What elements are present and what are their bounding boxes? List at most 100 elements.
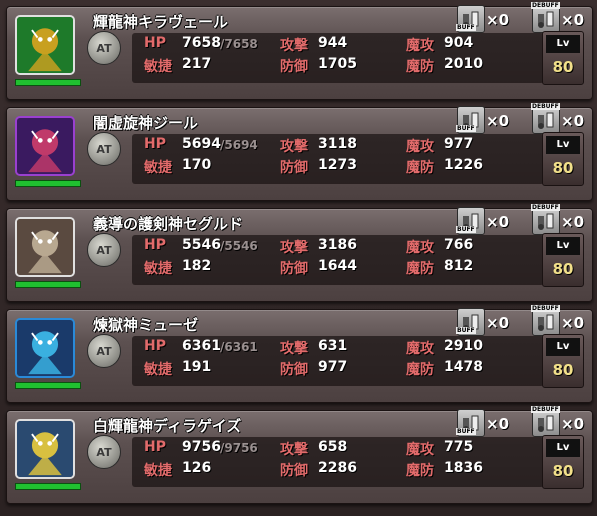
buff-count: ×0 (486, 112, 510, 130)
debuff-tag: DEBUFF (531, 2, 560, 9)
buff-icon[interactable]: BUFF (456, 106, 485, 134)
hp-max-value: /9756 (220, 441, 258, 455)
stats-box: HP 6361/6361 攻撃 631 魔攻 2910 敏捷 191 防御 977 魔防 1478 (132, 336, 544, 386)
agility-label: 敏捷 (144, 463, 172, 479)
level-value: 80 (552, 58, 574, 76)
magic-attack-label: 魔攻 (406, 139, 434, 155)
debuff-icon[interactable]: DEBUFF (531, 305, 560, 336)
debuff-icon[interactable]: DEBUFF (531, 2, 560, 33)
magic-defense-label: 魔防 (406, 59, 434, 75)
agility-value: 217 (182, 56, 212, 72)
defense-value: 1273 (318, 157, 357, 173)
attack-label: 攻撃 (280, 139, 308, 155)
unit-portrait[interactable] (15, 217, 75, 277)
level-value: 80 (552, 159, 574, 177)
buff-count: ×0 (486, 11, 510, 29)
magic-attack-value: 775 (444, 439, 474, 455)
debuff-tag: DEBUFF (531, 204, 560, 211)
unit-card[interactable]: AT 輝龍神キラヴェール HP 7658/7658 攻撃 944 魔攻 904 敏捷 217 防御 1… (6, 2, 593, 100)
magic-defense-value: 1478 (444, 359, 483, 375)
hp-gauge (15, 281, 81, 288)
attack-value: 631 (318, 338, 348, 354)
character-portrait-icon (17, 17, 73, 73)
buff-tag: BUFF (456, 428, 476, 435)
unit-card[interactable]: AT 闇虚旋神ジール HP 5694/5694 攻撃 3118 魔攻 977 敏捷 170 防御 12… (6, 103, 593, 201)
level-box: Lv 80 (542, 334, 584, 388)
attack-value: 3118 (318, 136, 357, 152)
buff-tag: BUFF (456, 327, 476, 334)
stats-box: HP 5694/5694 攻撃 3118 魔攻 977 敏捷 170 防御 1273 魔防 1226 (132, 134, 544, 184)
magic-defense-value: 1226 (444, 157, 483, 173)
level-box: Lv 80 (542, 435, 584, 489)
attack-label: 攻撃 (280, 442, 308, 458)
attack-value: 3186 (318, 237, 357, 253)
magic-defense-label: 魔防 (406, 362, 434, 378)
hp-gauge (15, 382, 81, 389)
agility-label: 敏捷 (144, 160, 172, 176)
defense-value: 2286 (318, 460, 357, 476)
unit-portrait[interactable] (15, 116, 75, 176)
defense-label: 防御 (280, 261, 308, 277)
unit-portrait[interactable] (15, 15, 75, 75)
party-status-panel: AT 輝龍神キラヴェール HP 7658/7658 攻撃 944 魔攻 904 敏捷 217 防御 1… (0, 0, 597, 516)
unit-card[interactable]: AT 煉獄神ミューゼ HP 6361/6361 攻撃 631 魔攻 2910 敏捷 191 防御 97… (6, 305, 593, 403)
agility-label: 敏捷 (144, 261, 172, 277)
auto-target-button[interactable]: AT (87, 31, 121, 65)
character-portrait-icon (17, 118, 73, 174)
agility-label: 敏捷 (144, 362, 172, 378)
unit-name: 義導の護剣神セグルド (93, 215, 244, 233)
auto-target-button[interactable]: AT (87, 334, 121, 368)
debuff-count: ×0 (561, 11, 585, 29)
level-value: 80 (552, 260, 574, 278)
attack-label: 攻撃 (280, 240, 308, 256)
auto-target-button[interactable]: AT (87, 435, 121, 469)
debuff-count: ×0 (561, 415, 585, 433)
defense-label: 防御 (280, 160, 308, 176)
level-box: Lv 80 (542, 31, 584, 85)
buff-tag: BUFF (456, 125, 476, 132)
unit-card[interactable]: AT 義導の護剣神セグルド HP 5546/5546 攻撃 3186 魔攻 766 敏捷 182 防… (6, 204, 593, 302)
agility-label: 敏捷 (144, 59, 172, 75)
debuff-icon[interactable]: DEBUFF (531, 204, 560, 235)
agility-value: 182 (182, 258, 212, 274)
debuff-count: ×0 (561, 314, 585, 332)
level-value: 80 (552, 462, 574, 480)
defense-label: 防御 (280, 362, 308, 378)
buff-icon[interactable]: BUFF (456, 207, 485, 235)
auto-target-button[interactable]: AT (87, 132, 121, 166)
level-label: Lv (546, 136, 580, 154)
magic-attack-label: 魔攻 (406, 240, 434, 256)
hp-gauge (15, 79, 81, 86)
debuff-icon[interactable]: DEBUFF (531, 406, 560, 437)
magic-attack-label: 魔攻 (406, 341, 434, 357)
hp-label: HP (144, 136, 166, 152)
hp-gauge (15, 180, 81, 187)
buff-icon[interactable]: BUFF (456, 308, 485, 336)
hp-label: HP (144, 237, 166, 253)
hp-max-value: /5694 (220, 138, 258, 152)
unit-card[interactable]: AT 白輝龍神ディラゲイズ HP 9756/9756 攻撃 658 魔攻 775 敏捷 126 防御… (6, 406, 593, 504)
debuff-icon[interactable]: DEBUFF (531, 103, 560, 134)
debuff-tag: DEBUFF (531, 305, 560, 312)
hp-value: 7658 (182, 35, 221, 51)
unit-name: 白輝龍神ディラゲイズ (93, 417, 242, 435)
unit-portrait[interactable] (15, 419, 75, 479)
magic-defense-value: 2010 (444, 56, 483, 72)
agility-value: 191 (182, 359, 212, 375)
magic-defense-label: 魔防 (406, 160, 434, 176)
auto-target-button[interactable]: AT (87, 233, 121, 267)
character-portrait-icon (17, 421, 73, 477)
buff-icon[interactable]: BUFF (456, 409, 485, 437)
buff-tag: BUFF (456, 24, 476, 31)
hp-value: 5694 (182, 136, 221, 152)
buff-icon[interactable]: BUFF (456, 5, 485, 33)
hp-max-value: /5546 (220, 239, 258, 253)
defense-label: 防御 (280, 463, 308, 479)
magic-defense-value: 1836 (444, 460, 483, 476)
unit-portrait[interactable] (15, 318, 75, 378)
unit-name: 輝龍神キラヴェール (93, 13, 229, 31)
level-label: Lv (546, 35, 580, 53)
defense-value: 1705 (318, 56, 357, 72)
level-label: Lv (546, 338, 580, 356)
magic-attack-label: 魔攻 (406, 38, 434, 54)
